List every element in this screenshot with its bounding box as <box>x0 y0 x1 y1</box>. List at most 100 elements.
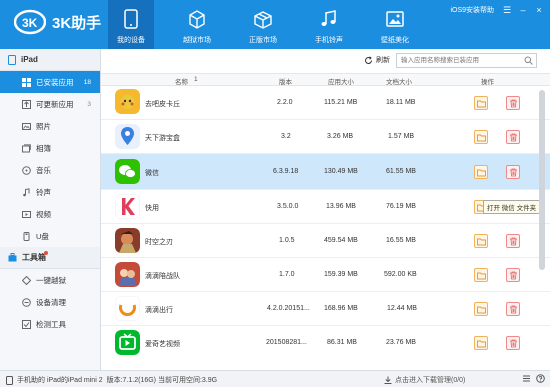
open-folder-button[interactable] <box>474 302 488 316</box>
table-row[interactable]: 时空之刃 1.0.5 459.54 MB 16.55 MB <box>101 224 550 258</box>
search-icon[interactable] <box>524 56 533 65</box>
app-size: 130.49 MB <box>324 168 358 175</box>
table-row[interactable]: 滴滴陪战队 1.7.0 159.39 MB 592.00 KB <box>101 258 550 292</box>
doc-size: 61.55 MB <box>386 168 416 175</box>
nav-official-market[interactable]: 正版市场 <box>240 0 286 49</box>
col-name-header[interactable]: 名称 <box>175 76 188 86</box>
app-name: 天下游宝盒 <box>145 135 180 142</box>
music-icon <box>321 10 336 26</box>
app-version: 6.3.9.18 <box>273 168 299 175</box>
open-folder-button[interactable] <box>474 234 488 248</box>
nav-jailbreak-market[interactable]: 越狱市场 <box>174 0 220 49</box>
sidebar-item-photos[interactable]: 照片 <box>0 115 100 137</box>
video-icon <box>22 210 31 218</box>
delete-app-button[interactable] <box>506 130 520 144</box>
refresh-button[interactable]: 刷新 <box>364 55 390 65</box>
search-box <box>396 53 537 68</box>
nav-label: 正版市场 <box>249 37 277 44</box>
folder-icon <box>477 169 486 177</box>
app-name: 微信 <box>145 170 159 177</box>
sidebar-item-label: 音乐 <box>36 165 51 175</box>
device-section-header[interactable]: iPad <box>0 49 100 71</box>
sidebar-item-updatable-apps[interactable]: 可更新应用 3 <box>0 93 100 115</box>
table-row[interactable]: 去吧皮卡丘 2.2.0 115.21 MB 18.11 MB <box>101 86 550 120</box>
update-icon <box>22 99 31 109</box>
open-folder-button[interactable] <box>474 336 488 350</box>
refresh-label: 刷新 <box>376 57 390 64</box>
delete-app-button[interactable] <box>506 234 520 248</box>
tools-section-header[interactable]: 工具箱 <box>0 247 100 269</box>
col-doc-size-header[interactable]: 文档大小 <box>386 76 412 86</box>
delete-app-button[interactable] <box>506 96 520 110</box>
scrollbar-thumb[interactable] <box>539 90 545 270</box>
folder-icon <box>477 134 486 142</box>
menu-icon[interactable]: ☰ <box>502 5 512 15</box>
help-icon[interactable] <box>536 374 545 383</box>
sidebar-item-check-tools[interactable]: 检测工具 <box>0 313 100 335</box>
nav-my-device[interactable]: 我的设备 <box>108 0 154 49</box>
table-row[interactable]: 微信 6.3.9.18 130.49 MB 61.55 MB <box>101 154 550 190</box>
minimize-icon[interactable]: – <box>518 5 528 15</box>
app-logo: 3K 3K助手 <box>14 9 101 35</box>
sidebar-item-jailbreak[interactable]: 一键越狱 <box>0 269 100 291</box>
sidebar-item-label: 可更新应用 <box>36 99 74 109</box>
list-icon[interactable] <box>522 374 531 383</box>
sidebar-item-usb[interactable]: U盘 <box>0 225 100 247</box>
table-row[interactable]: 爱奇艺视频 201508281... 86.31 MB 23.76 MB <box>101 326 550 361</box>
col-app-size-header[interactable]: 应用大小 <box>328 76 354 86</box>
tools-title: 工具箱 <box>22 253 46 262</box>
open-folder-button[interactable] <box>474 268 488 282</box>
delete-app-button[interactable] <box>506 336 520 350</box>
doc-size: 76.19 MB <box>386 203 416 210</box>
doc-size: 16.55 MB <box>386 237 416 244</box>
sidebar-item-music[interactable]: 音乐 <box>0 159 100 181</box>
sidebar-item-ringtones[interactable]: 铃声 <box>0 181 100 203</box>
sidebar-item-label: 一键越狱 <box>36 275 66 285</box>
sidebar-item-label: 照片 <box>36 121 51 131</box>
notification-dot <box>44 251 48 255</box>
sidebar-item-installed-apps[interactable]: 已安装应用 18 <box>0 71 100 93</box>
open-folder-tooltip: 打开 微信 文件夹 <box>483 200 541 214</box>
open-folder-button[interactable] <box>474 130 488 144</box>
device-icon <box>124 9 138 29</box>
app-icon <box>115 159 140 184</box>
nav-wallpaper[interactable]: 壁纸美化 <box>372 0 418 49</box>
app-icon <box>115 124 140 149</box>
folder-icon <box>477 340 486 348</box>
col-version-header[interactable]: 版本 <box>279 76 292 86</box>
delete-app-button[interactable] <box>506 165 520 179</box>
app-version: 3.2 <box>281 133 291 140</box>
device-info: 手机助的 iPad的iPad mini 2 <box>17 377 103 384</box>
table-scrollbar[interactable] <box>538 86 546 361</box>
nav-ringtones[interactable]: 手机铃声 <box>306 0 352 49</box>
app-name: 滴滴出行 <box>145 307 173 314</box>
table-row[interactable]: 天下游宝盒 3.2 3.26 MB 1.57 MB <box>101 120 550 154</box>
open-folder-button[interactable] <box>474 165 488 179</box>
trash-icon <box>510 339 517 348</box>
sidebar-item-albums[interactable]: 相簿 <box>0 137 100 159</box>
doc-size: 592.00 KB <box>384 271 417 278</box>
nav-label: 手机铃声 <box>315 37 343 44</box>
doc-size: 18.11 MB <box>386 99 416 106</box>
close-icon[interactable]: × <box>534 5 544 15</box>
delete-app-button[interactable] <box>506 302 520 316</box>
table-row[interactable]: 滴滴出行 4.2.0.20151... 168.96 MB 12.44 MB <box>101 292 550 326</box>
ios9-help-link[interactable]: iOS9安装帮助 <box>450 5 494 15</box>
main-nav: 我的设备 越狱市场 正版市场 手机铃声 壁纸美化 <box>108 0 438 49</box>
col-action-header: 操作 <box>481 79 494 86</box>
search-input[interactable] <box>397 54 517 67</box>
toolbox-icon <box>8 253 17 262</box>
app-icon <box>115 262 140 287</box>
sidebar-item-label: 铃声 <box>36 187 51 197</box>
sidebar-item-clean[interactable]: 设备清理 <box>0 291 100 313</box>
open-folder-button[interactable] <box>474 96 488 110</box>
sidebar-item-videos[interactable]: 视频 <box>0 203 100 225</box>
download-manager-link[interactable]: 点击进入下载管理(0/0) <box>384 375 465 385</box>
svg-text:3K: 3K <box>22 16 38 30</box>
app-size: 115.21 MB <box>324 99 358 106</box>
delete-app-button[interactable] <box>506 268 520 282</box>
app-version: 1.7.0 <box>279 271 295 278</box>
app-version: 201508281... <box>266 339 307 346</box>
sort-indicator[interactable]: 1 <box>194 76 198 83</box>
sidebar-item-label: U盘 <box>36 231 49 241</box>
